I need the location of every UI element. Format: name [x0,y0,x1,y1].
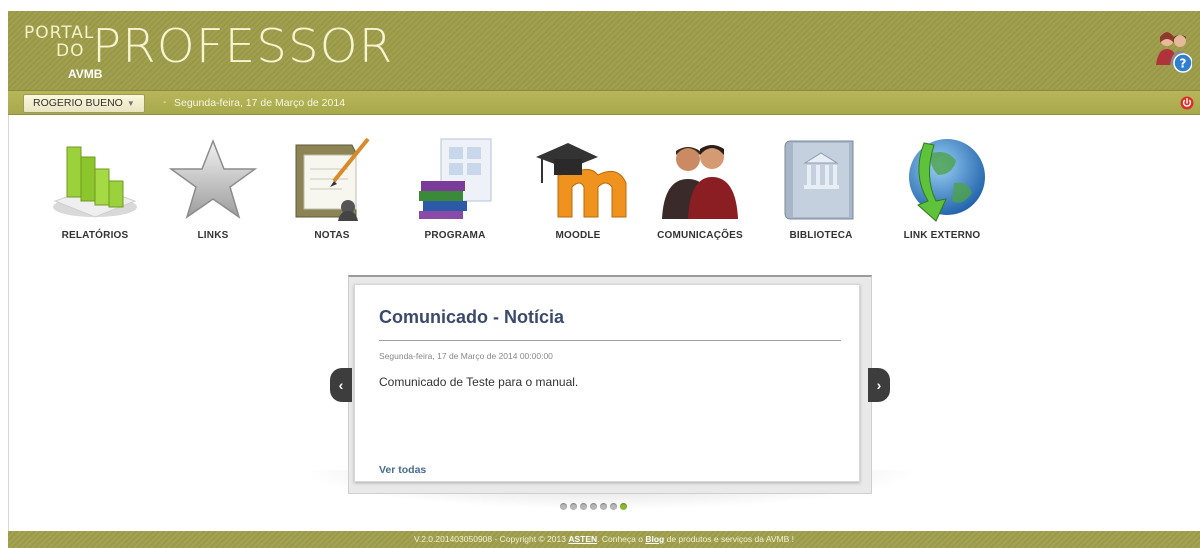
page: PORTAL DO PROFESSOR AVMB ? ROGERIO BUENO… [0,0,1200,548]
app-notas[interactable]: NOTAS [277,135,387,245]
carousel-dot[interactable] [610,503,617,510]
previous-arrow-button[interactable]: ‹ [330,368,352,402]
app-label: RELATÓRIOS [61,230,129,241]
carousel-dot[interactable] [570,503,577,510]
news-divider [379,340,841,341]
footer-version: V.2.0.201403050908 - Copyright © 2013 [413,534,569,544]
carousel-dot[interactable] [580,503,587,510]
see-all-link[interactable]: Ver todas [379,464,426,476]
people-icon [662,145,738,219]
app-label: LINKS [197,230,229,241]
app-moodle[interactable]: MOODLE [523,135,633,245]
asten-link[interactable]: ASTEN [568,534,597,544]
app-link-externo[interactable]: LINK EXTERNO [887,135,997,245]
footer-text-middle: . Conheça o [597,534,646,544]
news-card: Comunicado - Notícia Segunda-feira, 17 d… [354,284,860,482]
header: PORTAL DO PROFESSOR AVMB ? [8,11,1200,91]
date-separator: - [163,97,167,108]
app-label: NOTAS [314,230,350,241]
app-comunicacoes[interactable]: COMUNICAÇÕES [645,135,755,245]
current-date: Segunda-feira, 17 de Março de 2014 [174,97,346,109]
news-date: Segunda-feira, 17 de Março de 2014 00:00… [379,351,553,361]
star-icon [168,138,258,219]
news-title: Comunicado - Notícia [379,307,565,327]
user-menu-button[interactable]: ROGERIO BUENO ▼ [23,94,145,113]
app-links[interactable]: LINKS [158,135,268,245]
carousel-dot[interactable] [600,503,607,510]
app-programa[interactable]: PROGRAMA [400,135,510,245]
clipboard-notes-icon [295,137,370,221]
footer-text-suffix: de produtos e serviços da AVMB ! [664,534,795,544]
globe-arrow-icon [909,139,985,222]
carousel-pagination [560,503,627,513]
carousel-dot[interactable] [620,503,627,510]
app-biblioteca[interactable]: BIBLIOTECA [766,135,876,245]
app-label: PROGRAMA [424,230,486,241]
books-icon [419,138,492,219]
portal-logo[interactable]: PORTAL DO PROFESSOR AVMB [22,19,392,85]
news-body: Comunicado de Teste para o manual. [379,375,579,389]
carousel-dot[interactable] [560,503,567,510]
next-arrow-button[interactable]: › [868,368,890,402]
logo-portal-text: PORTAL [24,23,95,43]
logo-do-text: DO [56,41,85,61]
library-book-icon [784,140,854,220]
footer: V.2.0.201403050908 - Copyright © 2013 AS… [8,531,1200,548]
app-label: LINK EXTERNO [903,230,981,241]
bar-chart-icon [53,146,137,218]
logo-avmb-text: AVMB [68,67,103,81]
app-label: MOODLE [555,230,601,241]
caret-down-icon: ▼ [126,99,135,108]
logo-professor-text: PROFESSOR [92,19,394,73]
user-bar: ROGERIO BUENO ▼ - Segunda-feira, 17 de Ma… [8,91,1200,115]
carousel-dot[interactable] [590,503,597,510]
user-name: ROGERIO BUENO [33,97,123,109]
help-users-icon[interactable]: ? [1156,27,1193,75]
app-relatorios[interactable]: RELATÓRIOS [40,135,150,245]
power-logout-icon[interactable] [1180,96,1194,110]
svg-text:?: ? [1180,57,1187,71]
blog-link[interactable]: Blog [645,534,664,544]
app-label: BIBLIOTECA [789,230,853,241]
app-label: COMUNICAÇÕES [657,230,743,241]
moodle-icon [536,143,627,218]
